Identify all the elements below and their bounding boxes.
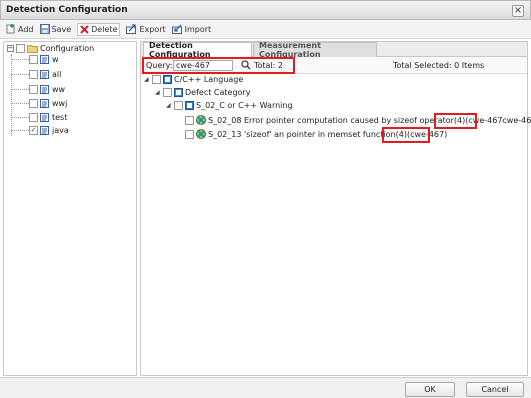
rule-text: S_02_13 'sizeof' an pointer in memset fu… xyxy=(208,129,407,139)
language-icon xyxy=(163,75,172,84)
tree-item-checkbox[interactable] xyxy=(29,55,38,64)
rule-checkbox[interactable] xyxy=(185,129,194,139)
config-file-icon xyxy=(40,55,49,64)
node-checkbox[interactable] xyxy=(152,75,161,84)
tree-node-group[interactable]: ◢ S_02_C or C++ Warning xyxy=(166,101,293,110)
tree-item-checkbox-checked[interactable]: ✓ xyxy=(29,126,38,135)
tree-root-configuration[interactable]: − Configuration xyxy=(7,44,94,53)
group-label: S_02_C or C++ Warning xyxy=(196,101,293,110)
tree-item-wwj[interactable]: wwj xyxy=(29,99,67,108)
tree-root-label: Configuration xyxy=(40,44,95,53)
tree-item-checkbox[interactable] xyxy=(29,113,38,122)
rule-text: S_02_08 Error pointer computation caused… xyxy=(208,115,466,125)
close-icon: × xyxy=(513,5,523,16)
tree-node-category[interactable]: ◢ Defect Category xyxy=(155,88,250,97)
tab-detection-configuration[interactable]: Detection Configuration xyxy=(143,41,252,59)
tree-item-w[interactable]: w xyxy=(29,55,59,64)
tree-item-test[interactable]: test xyxy=(29,113,67,122)
total-selected: Total Selected: 0 Items xyxy=(393,61,485,70)
cancel-label: Cancel xyxy=(481,385,509,394)
group-icon xyxy=(185,101,194,110)
cancel-button[interactable]: Cancel xyxy=(466,382,524,397)
delete-label: Delete xyxy=(91,24,118,34)
add-icon xyxy=(6,24,15,34)
tree-item-label: wwj xyxy=(52,99,68,108)
rule-cwe-extra: cwe-468) xyxy=(502,115,531,125)
export-button[interactable]: Export xyxy=(126,24,166,34)
tree-item-java[interactable]: ✓ java xyxy=(29,126,69,135)
tree-item-checkbox[interactable] xyxy=(29,70,38,79)
window-title: Detection Configuration xyxy=(6,5,128,15)
config-file-icon xyxy=(40,126,49,135)
tab-measurement-configuration[interactable]: Measurement Configuration xyxy=(253,41,377,59)
rule-row[interactable]: S_02_08 Error pointer computation caused… xyxy=(185,115,531,125)
expand-arrow-icon[interactable]: ◢ xyxy=(166,102,172,109)
tree-item-checkbox[interactable] xyxy=(29,99,38,108)
config-file-icon xyxy=(40,113,49,122)
detection-panel: Detection Configuration Measurement Conf… xyxy=(140,41,531,376)
save-icon xyxy=(39,24,50,34)
ok-label: OK xyxy=(424,385,436,394)
tree-item-label: all xyxy=(52,70,62,79)
config-file-icon xyxy=(40,70,49,79)
dialog-footer: OK Cancel xyxy=(0,377,531,398)
cwe-highlight-box xyxy=(434,113,477,129)
query-bar: Query: cwe-467 Total: 2 Total Selected: … xyxy=(141,57,527,74)
tree-item-checkbox[interactable] xyxy=(29,85,38,94)
title-bar: Detection Configuration × xyxy=(0,0,531,20)
toolbar: Add Save Delete Export Import xyxy=(0,20,531,39)
node-checkbox[interactable] xyxy=(163,88,172,97)
ok-button[interactable]: OK xyxy=(405,382,455,397)
node-checkbox[interactable] xyxy=(174,101,183,110)
tree-item-label: test xyxy=(52,113,68,122)
close-button[interactable]: × xyxy=(512,5,524,17)
rule-checkbox[interactable] xyxy=(185,115,194,125)
query-highlight-box xyxy=(142,57,295,74)
delete-button[interactable]: Delete xyxy=(77,22,121,36)
save-button[interactable]: Save xyxy=(39,24,72,34)
tree-item-label: ww xyxy=(52,85,66,94)
expand-arrow-icon[interactable]: ◢ xyxy=(144,76,150,83)
category-label: Defect Category xyxy=(185,88,251,97)
tree-node-language[interactable]: ◢ C/C++ Language xyxy=(144,75,243,84)
tree-item-label: w xyxy=(52,55,59,64)
delete-icon xyxy=(80,24,89,34)
import-icon xyxy=(171,24,182,34)
tab-strip: Detection Configuration Measurement Conf… xyxy=(141,41,527,59)
export-icon xyxy=(126,24,137,34)
cwe-highlight-box xyxy=(382,127,430,143)
language-label: C/C++ Language xyxy=(174,75,244,84)
import-button[interactable]: Import xyxy=(171,24,212,34)
rule-globe-icon xyxy=(196,129,206,139)
category-icon xyxy=(174,88,183,97)
add-button[interactable]: Add xyxy=(6,24,34,34)
config-file-icon xyxy=(40,99,49,108)
save-label: Save xyxy=(51,24,72,34)
rule-globe-icon xyxy=(196,115,206,125)
tree-item-all[interactable]: all xyxy=(29,70,61,79)
root-checkbox[interactable] xyxy=(16,44,25,53)
import-label: Import xyxy=(184,24,212,34)
add-label: Add xyxy=(18,24,34,34)
folder-icon xyxy=(27,45,38,53)
collapse-icon[interactable]: − xyxy=(7,45,14,52)
export-label: Export xyxy=(139,24,166,34)
tree-item-label: java xyxy=(52,126,69,135)
config-file-icon xyxy=(40,85,49,94)
tree-item-ww[interactable]: ww xyxy=(29,85,65,94)
expand-arrow-icon[interactable]: ◢ xyxy=(155,89,161,96)
config-tree-panel: − Configuration w all ww wwj test ✓ java xyxy=(3,41,137,376)
